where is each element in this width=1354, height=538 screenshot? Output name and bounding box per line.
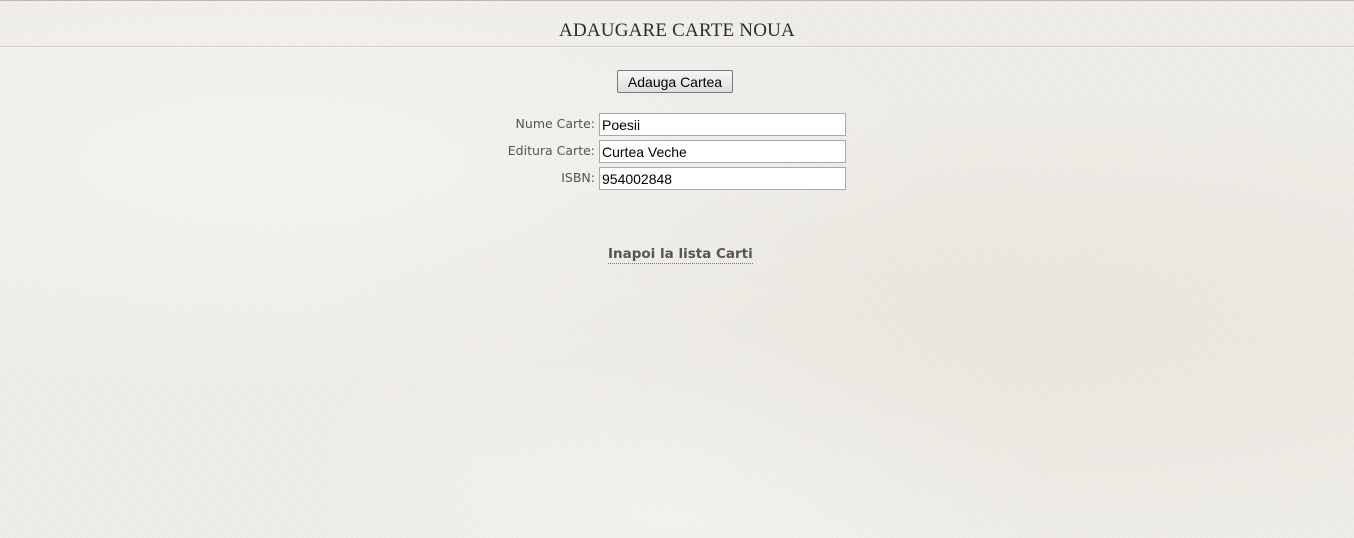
form-row-book-name: Nume Carte: xyxy=(0,113,1354,136)
page-title: ADAUGARE CARTE NOUA xyxy=(559,20,795,41)
page-header: ADAUGARE CARTE NOUA xyxy=(0,1,1354,47)
book-name-input[interactable] xyxy=(599,113,846,136)
add-book-button[interactable]: Adauga Cartea xyxy=(617,70,733,93)
book-name-label: Nume Carte: xyxy=(515,116,595,131)
form-row-publisher: Editura Carte: xyxy=(0,140,1354,163)
publisher-input[interactable] xyxy=(599,140,846,163)
back-to-book-list-link[interactable]: Inapoi la lista Carti xyxy=(608,246,753,264)
isbn-input[interactable] xyxy=(599,167,846,190)
form-row-isbn: ISBN: xyxy=(0,167,1354,190)
publisher-label: Editura Carte: xyxy=(507,143,595,158)
isbn-label: ISBN: xyxy=(561,170,595,185)
